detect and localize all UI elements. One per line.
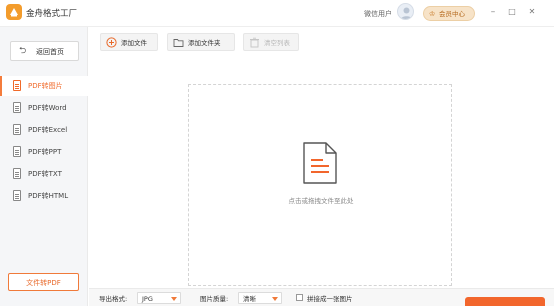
clear-list-button[interactable]: 清空列表 [243,33,299,51]
vip-label: 会员中心 [439,10,465,18]
vip-crown-icon: ♔ [429,10,436,18]
file-icon [13,146,21,157]
avatar[interactable] [397,3,414,20]
file-icon [13,80,21,91]
vip-center-button[interactable]: ♔ 会员中心 [423,6,475,21]
add-file-label: 添加文件 [121,39,147,47]
folder-icon [173,39,184,47]
sidebar-item-label: PDF转HTML [28,192,69,200]
merge-label: 拼接成一张图片 [307,295,353,303]
add-folder-button[interactable]: 添加文件夹 [167,33,235,51]
add-file-button[interactable]: 添加文件 [100,33,158,51]
sidebar-item-label: PDF转PPT [28,148,62,156]
image-quality-label: 图片质量: [200,295,229,303]
chevron-down-icon [171,297,177,301]
user-name[interactable]: 微信用户 [364,9,392,19]
app-title: 金舟格式工厂 [26,9,78,19]
home-label: 返回首页 [36,48,64,56]
sidebar-item-pdf-to-html[interactable]: PDF转HTML [0,186,88,206]
file-to-pdf-button[interactable]: 文件转PDF [8,273,79,291]
close-button[interactable]: ✕ [526,6,538,18]
merge-checkbox[interactable] [296,294,303,301]
sidebar-item-label: PDF转TXT [28,170,62,178]
file-icon [13,168,21,179]
image-quality-value: 清晰 [243,295,256,303]
sidebar-item-label: PDF转图片 [28,82,63,90]
file-icon [13,190,21,201]
bottom-bar: 导出格式: JPG 图片质量: 清晰 拼接成一张图片 [89,288,554,306]
file-to-pdf-label: 文件转PDF [26,279,61,287]
export-format-label: 导出格式: [99,295,128,303]
sidebar-item-pdf-to-excel[interactable]: PDF转Excel [0,120,88,140]
chevron-down-icon [272,297,278,301]
sidebar: ⮌ 返回首页 PDF转图片 PDF转Word PDF转Excel PDF转PPT… [0,27,88,306]
app-logo-icon [6,4,22,20]
sidebar-item-label: PDF转Excel [28,126,68,134]
export-format-value: JPG [142,295,153,303]
image-quality-select[interactable]: 清晰 [238,292,282,304]
sidebar-item-pdf-to-image[interactable]: PDF转图片 [0,76,88,96]
title-bar: 金舟格式工厂 微信用户 ♔ 会员中心 – □ ✕ [0,0,554,27]
drop-hint: 点击或拖拽文件至此处 [288,197,354,205]
export-format-select[interactable]: JPG [137,292,181,304]
clear-icon [250,37,259,48]
clear-list-label: 清空列表 [264,39,290,47]
add-icon [106,37,117,48]
sidebar-item-pdf-to-word[interactable]: PDF转Word [0,98,88,118]
file-icon [13,124,21,135]
document-icon [303,142,337,184]
file-drop-zone[interactable]: 点击或拖拽文件至此处 [188,84,452,286]
file-icon [13,102,21,113]
start-convert-button[interactable] [465,297,545,306]
add-folder-label: 添加文件夹 [188,39,221,47]
sidebar-item-pdf-to-ppt[interactable]: PDF转PPT [0,142,88,162]
home-button[interactable]: ⮌ 返回首页 [10,41,79,61]
maximize-button[interactable]: □ [506,6,518,18]
minimize-button[interactable]: – [487,6,499,18]
back-arrow-icon: ⮌ [19,46,27,56]
sidebar-item-label: PDF转Word [28,104,67,112]
sidebar-item-pdf-to-txt[interactable]: PDF转TXT [0,164,88,184]
